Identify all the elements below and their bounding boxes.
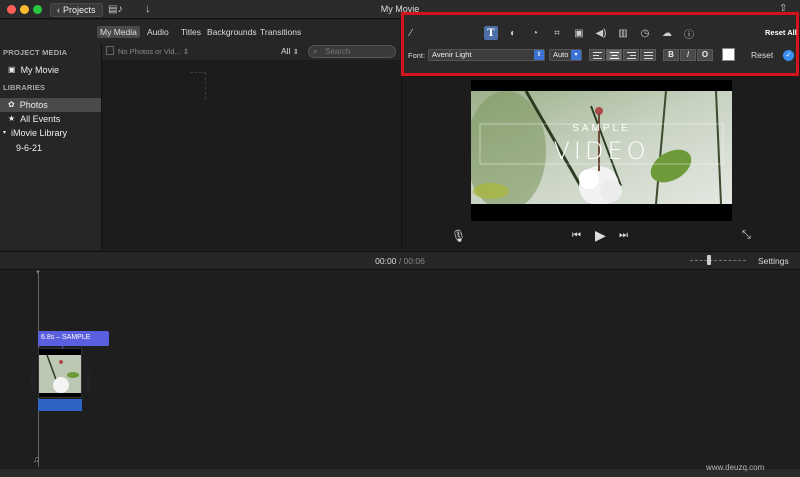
audio-clip[interactable] — [38, 399, 82, 411]
font-size-value: Auto — [553, 50, 569, 59]
grid-icon[interactable] — [106, 46, 114, 55]
filter-select-value: No Photos or Vid... — [118, 47, 181, 56]
color-balance-icon[interactable]: ◐ — [506, 26, 520, 40]
libraries-heading: LIBRARIES — [3, 83, 46, 92]
fullscreen-icon[interactable]: ⤡ — [742, 229, 751, 242]
sidebar-item-label: Photos — [19, 100, 48, 110]
align-center-button[interactable] — [606, 49, 622, 61]
drop-placeholder — [190, 72, 206, 100]
current-time: 00:00 — [375, 256, 397, 266]
clip-trim-handle-right[interactable] — [87, 372, 91, 392]
filter-icon[interactable]: ☁ — [660, 26, 674, 40]
disclosure-triangle-icon: ▾ — [3, 130, 7, 136]
sidebar-item-label: iMovie Library — [11, 128, 68, 138]
timeline-scrollbar[interactable] — [0, 469, 800, 477]
font-label: Font: — [408, 51, 426, 60]
sidebar-item-photos[interactable]: ✿ Photos — [0, 98, 101, 112]
reset-all-button[interactable]: Reset All — [765, 28, 797, 37]
sidebar-item-label: All Events — [20, 114, 61, 124]
align-right-icon — [626, 51, 636, 59]
speed-icon[interactable]: ◷ — [638, 26, 652, 40]
project-media-heading: PROJECT MEDIA — [3, 48, 68, 57]
sidebar-item-imovie-library[interactable]: ▾ iMovie Library — [0, 126, 101, 140]
settings-button[interactable]: Settings — [758, 256, 789, 266]
title-line-2[interactable]: VIDEO — [471, 137, 732, 165]
tab-titles[interactable]: Titles — [178, 26, 204, 38]
font-select-value: Avenir Light — [432, 50, 472, 59]
chevron-down-icon: ▾ — [571, 50, 581, 60]
sidebar-item-event[interactable]: 9-6-21 — [0, 141, 101, 155]
zoom-slider-track[interactable] — [690, 260, 746, 261]
tab-transitions[interactable]: Transitions — [257, 26, 304, 38]
star-icon: ★ — [8, 114, 16, 123]
total-time: 00:06 — [403, 256, 425, 266]
time-separator: / — [398, 256, 402, 266]
equalizer-icon[interactable]: ▥ — [616, 26, 630, 40]
font-select[interactable]: Avenir Light ⇕ — [428, 49, 545, 61]
all-select-value: All — [281, 46, 291, 56]
chevron-updown-icon: ⇕ — [534, 50, 544, 60]
font-size-select[interactable]: Auto ▾ — [549, 49, 582, 61]
skip-forward-icon[interactable]: ⏭ — [619, 230, 628, 241]
play-icon[interactable]: ▶ — [595, 227, 606, 244]
media-browser — [102, 44, 400, 250]
align-left-icon — [592, 51, 602, 59]
adjustments-bar — [401, 12, 799, 76]
skip-back-icon[interactable]: ⏮ — [572, 230, 581, 241]
apply-checkmark-icon[interactable]: ✓ — [783, 50, 794, 61]
text-tool-icon[interactable]: T — [484, 26, 498, 40]
chevron-updown-icon: ⇕ — [182, 47, 190, 56]
stabilization-icon[interactable]: ▣ — [572, 26, 586, 40]
sidebar-item-my-movie[interactable]: ▣ My Movie — [0, 63, 101, 77]
tab-audio[interactable]: Audio — [144, 26, 172, 38]
outline-button[interactable]: O — [697, 49, 713, 61]
crop-icon[interactable]: ⌗ — [550, 26, 564, 40]
info-icon[interactable]: ⓘ — [682, 26, 696, 41]
text-color-swatch[interactable] — [722, 48, 735, 61]
clip-trim-handle-left[interactable] — [31, 372, 35, 392]
justify-icon — [643, 51, 653, 59]
italic-button[interactable]: I — [680, 49, 696, 61]
align-right-button[interactable] — [623, 49, 639, 61]
justify-button[interactable] — [640, 49, 656, 61]
sidebar-item-label: My Movie — [20, 65, 60, 75]
search-icon: ⌕ — [313, 47, 318, 56]
zoom-slider-thumb[interactable] — [707, 255, 711, 265]
film-icon: ▣ — [8, 65, 16, 74]
title-line-1[interactable]: SAMPLE — [471, 123, 732, 134]
reset-button[interactable]: Reset — [751, 50, 773, 60]
all-clips-select[interactable]: All ⇕ — [281, 46, 299, 56]
timecode: 00:00 / 00:06 — [0, 256, 800, 266]
sidebar-item-label: 9-6-21 — [16, 143, 43, 153]
magic-wand-icon[interactable]: ⁄ — [404, 26, 418, 40]
align-left-button[interactable] — [589, 49, 605, 61]
search-input[interactable] — [308, 45, 396, 58]
align-center-icon — [609, 51, 619, 59]
tab-my-media[interactable]: My Media — [97, 26, 140, 38]
title-clip[interactable]: 6.8s – SAMPLE — [38, 331, 109, 346]
tab-backgrounds[interactable]: Backgrounds — [204, 26, 260, 38]
music-note-icon[interactable]: ♫ — [33, 454, 40, 464]
chevron-updown-icon: ⇕ — [292, 49, 299, 56]
timeline[interactable] — [0, 271, 800, 477]
bold-button[interactable]: B — [663, 49, 679, 61]
media-filter-select[interactable]: No Photos or Vid... ⇕ — [118, 46, 200, 57]
watermark: www.deuzq.com — [706, 463, 765, 472]
color-correction-icon[interactable]: ◔ — [528, 26, 542, 40]
microphone-icon[interactable]: 🎙 — [451, 229, 466, 243]
clip-thumbnail-image — [39, 349, 81, 397]
sidebar-item-all-events[interactable]: ★ All Events — [0, 112, 101, 126]
photos-icon: ✿ — [8, 100, 15, 109]
video-clip[interactable] — [38, 348, 82, 398]
volume-icon[interactable]: ◀) — [594, 26, 608, 40]
